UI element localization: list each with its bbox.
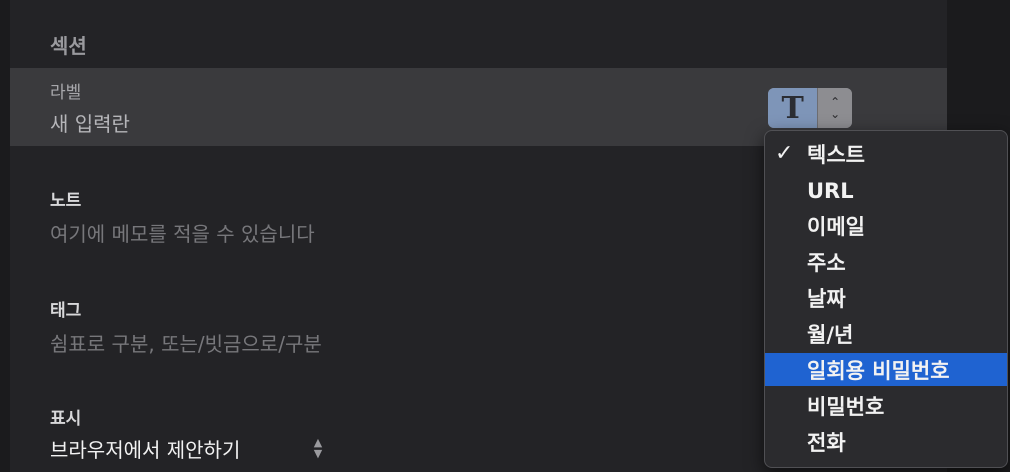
field-value-label[interactable]: 새 입력란 [50,108,130,137]
menu-item-email[interactable]: 이메일 [765,209,1007,242]
checkmark-icon: ✓ [775,141,794,166]
menu-item-label: 전화 [807,430,846,455]
field-type-menu: ✓ 텍스트 URL 이메일 주소 날짜 월/년 일회용 비밀번호 비밀번호 전화 [764,130,1008,468]
field-placeholder-note[interactable]: 여기에 메모를 적을 수 있습니다 [50,218,315,247]
menu-item-label: 일회용 비밀번호 [807,358,950,383]
section-title: 섹션 [50,34,87,58]
field-placeholder-tags[interactable]: 쉼표로 구분, 또는/빗금으로/구분 [50,328,322,357]
left-gutter [0,0,10,472]
field-name-note: 노트 [50,191,82,211]
field-name-display: 표시 [50,409,82,429]
text-type-icon: T [768,88,818,128]
menu-item-label: 텍스트 [807,142,865,167]
display-stepper[interactable]: ▲ ▼ [308,436,328,460]
menu-item-url[interactable]: URL [765,174,1007,207]
menu-item-password[interactable]: 비밀번호 [765,389,1007,422]
field-name-label: 라벨 [50,83,82,103]
menu-item-label: 비밀번호 [807,394,885,419]
menu-item-date[interactable]: 날짜 [765,281,1007,314]
menu-item-label: 날짜 [807,286,846,311]
field-type-button[interactable]: T ⌃ ⌄ [768,88,852,128]
chevron-down-icon: ▼ [313,447,323,460]
field-name-tags: 태그 [50,301,82,321]
menu-item-label: 월/년 [807,322,854,347]
popup-arrows-icon: ⌃ ⌄ [817,88,852,128]
menu-item-label: 이메일 [807,214,865,239]
menu-item-label: URL [807,178,854,203]
menu-item-one-time-password[interactable]: 일회용 비밀번호 [765,353,1007,386]
menu-item-text[interactable]: ✓ 텍스트 [765,137,1007,170]
menu-item-month-year[interactable]: 월/년 [765,317,1007,350]
menu-item-phone[interactable]: 전화 [765,425,1007,458]
menu-item-label: 주소 [807,250,846,275]
field-value-display[interactable]: 브라우저에서 제안하기 [50,434,240,463]
menu-item-address[interactable]: 주소 [765,245,1007,278]
